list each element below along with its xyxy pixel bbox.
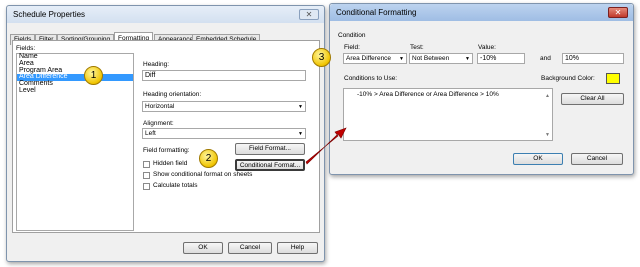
red-arrow-icon: [305, 127, 347, 165]
